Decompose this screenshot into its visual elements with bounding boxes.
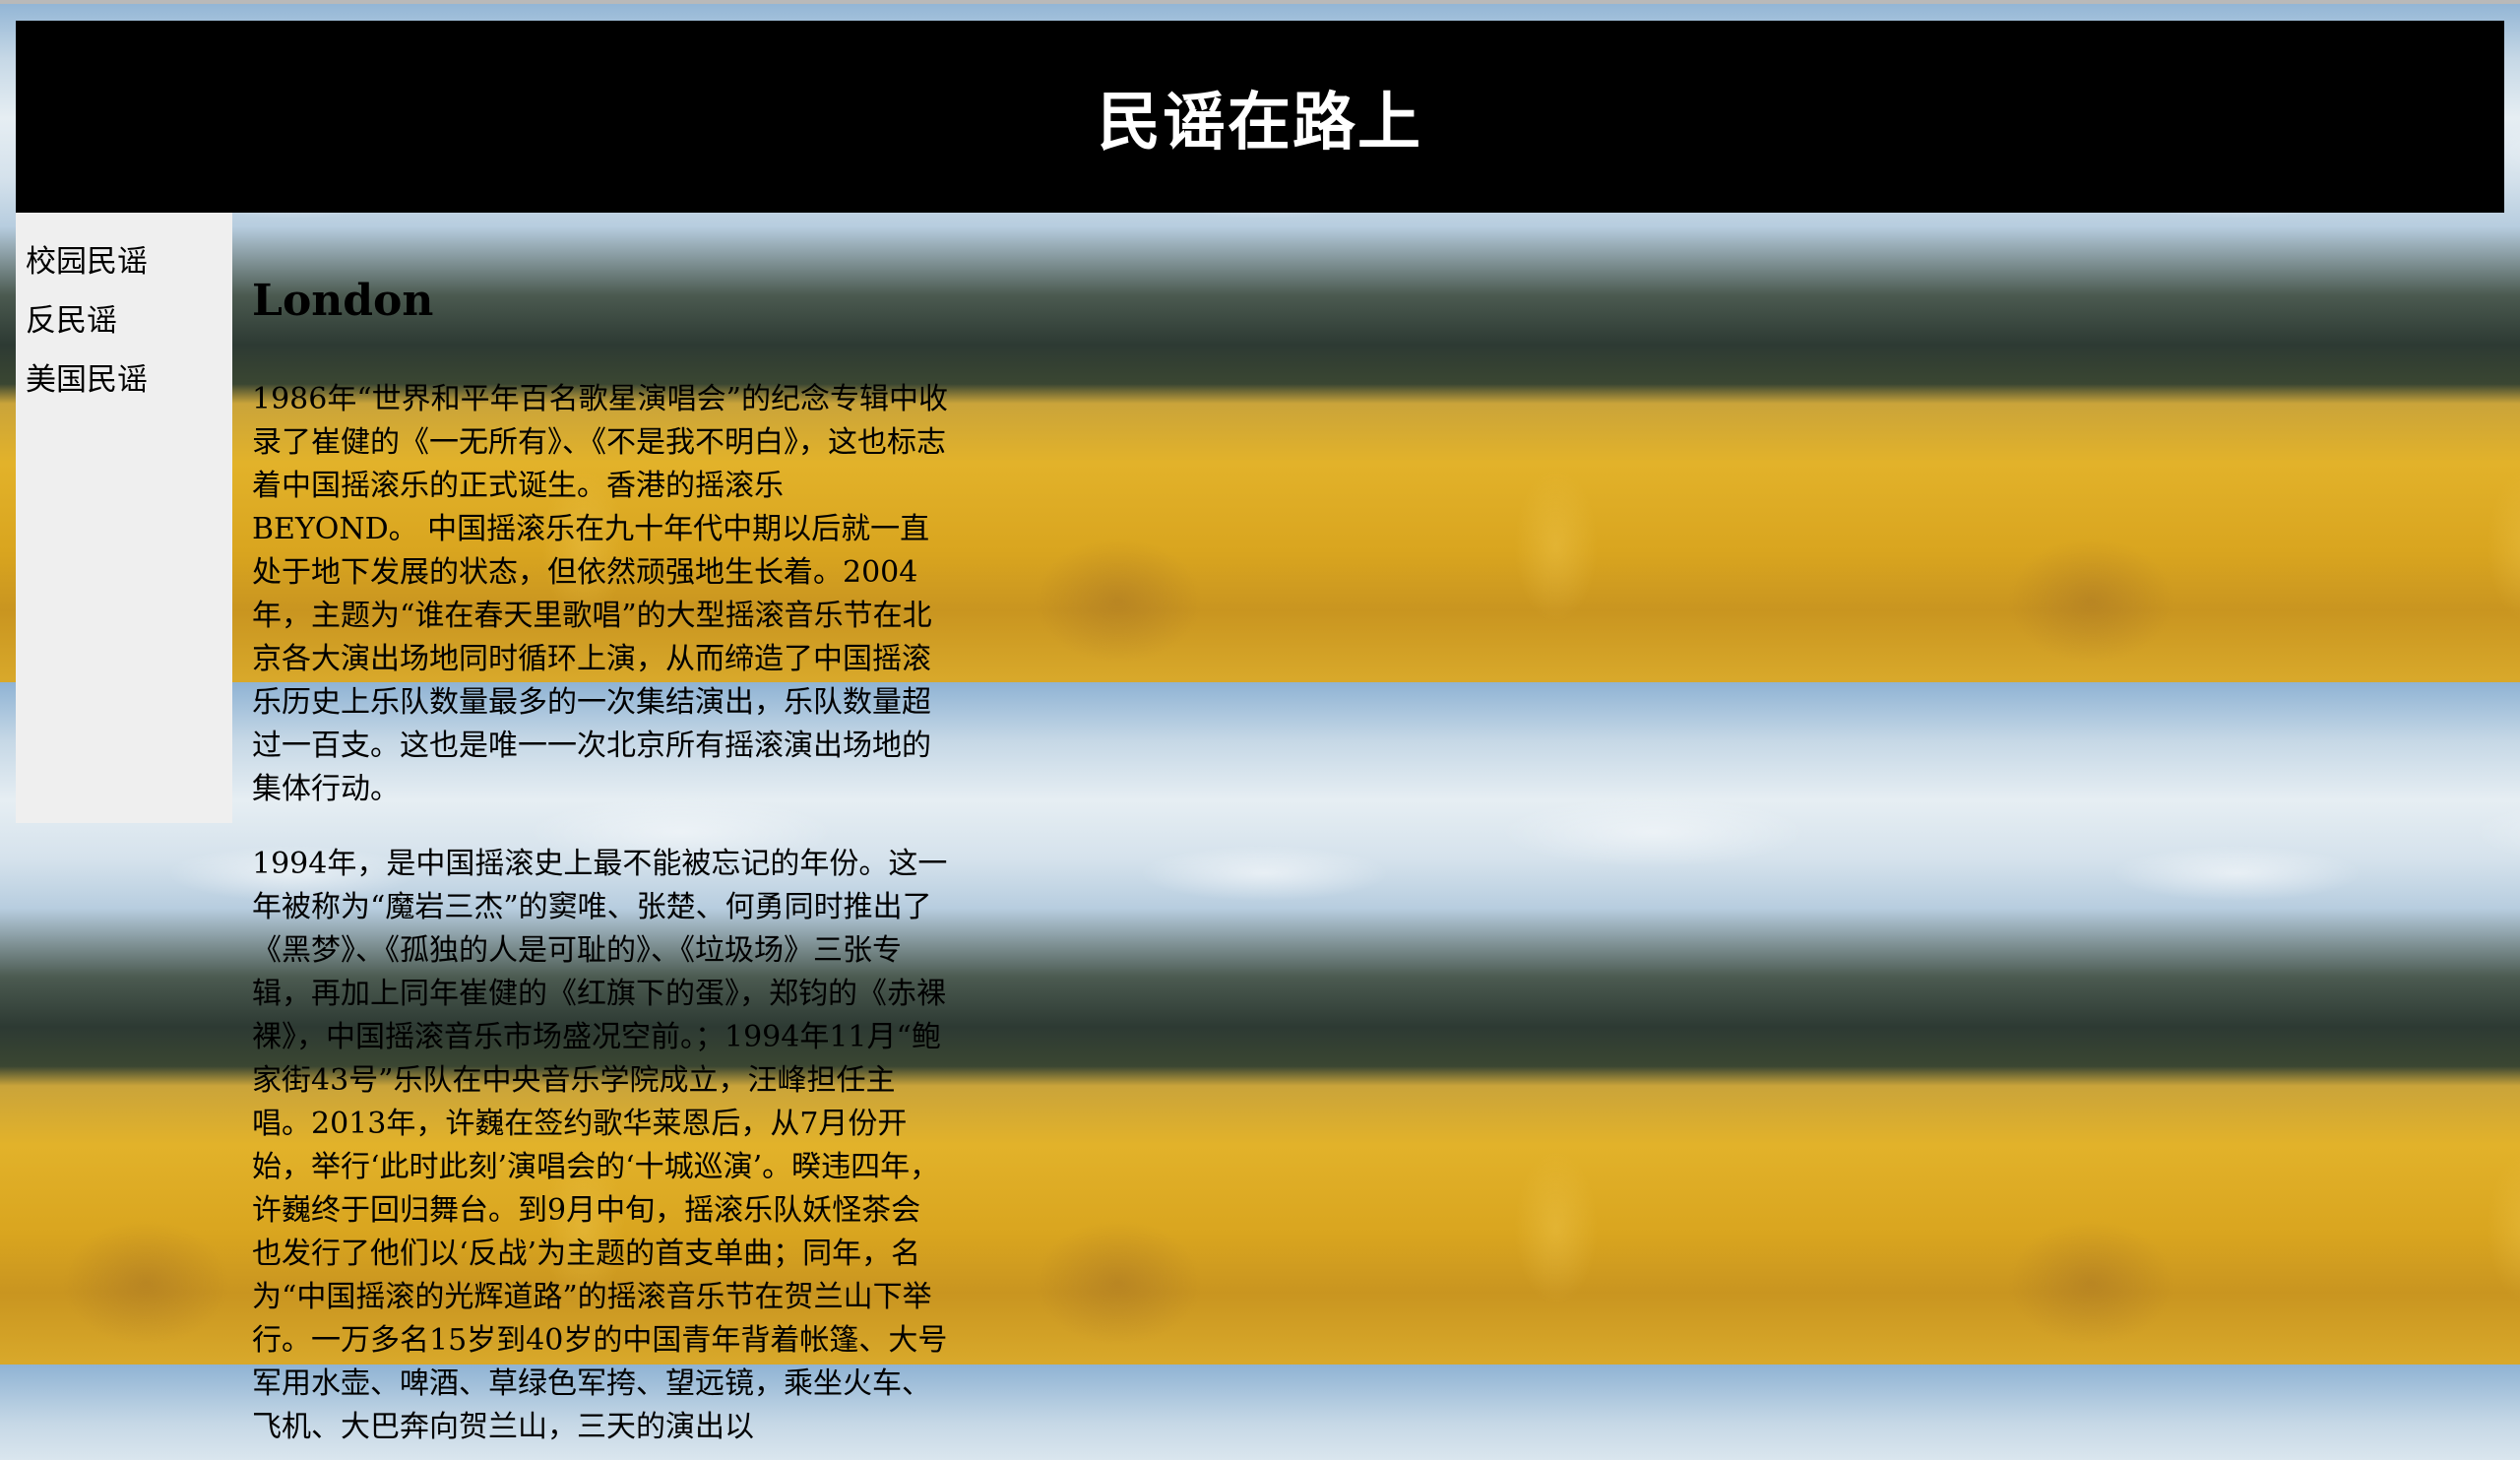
site-title: 民谣在路上	[1098, 85, 1422, 159]
article-paragraph: 1986年“世界和平年百名歌星演唱会”的纪念专辑中收录了崔健的《一无所有》、《不…	[252, 382, 949, 806]
sidebar-nav: 校园民谣 反民谣 美国民谣	[16, 213, 232, 823]
sidebar-list: 校园民谣 反民谣 美国民谣	[16, 213, 232, 410]
window-top-border	[0, 0, 2520, 4]
site-header: 民谣在路上	[16, 21, 2504, 213]
article-heading: London	[252, 276, 434, 326]
sidebar-item-campus-folk[interactable]: 校园民谣	[26, 232, 232, 291]
article-paragraph: 1994年，是中国摇滚史上最不能被忘记的年份。这一年被称为“魔岩三杰”的窦唯、张…	[252, 847, 948, 1444]
sidebar-item-american-folk[interactable]: 美国民谣	[26, 350, 232, 410]
sidebar-item-anti-folk[interactable]: 反民谣	[26, 291, 232, 350]
main-content: London 1986年“世界和平年百名歌星演唱会”的纪念专辑中收录了崔健的《一…	[252, 264, 949, 1460]
